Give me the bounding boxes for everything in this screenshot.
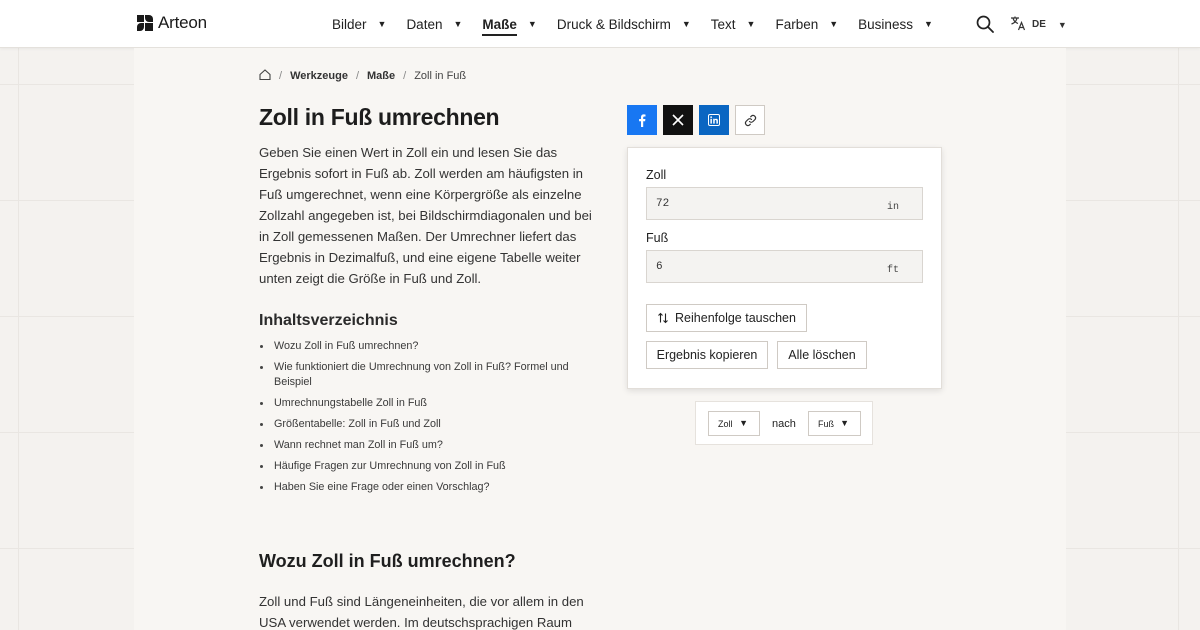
- translate-icon: [1010, 15, 1026, 34]
- logo[interactable]: Arteon: [137, 13, 207, 33]
- chevron-down-icon: ▼: [527, 19, 537, 29]
- nav-item-masse[interactable]: Maße ▼: [482, 0, 537, 48]
- nav-label: Business: [858, 16, 913, 32]
- share-buttons: [627, 105, 765, 135]
- intro-text: Geben Sie einen Wert in Zoll ein und les…: [259, 145, 592, 286]
- breadcrumb-separator: /: [279, 70, 283, 82]
- facebook-share-button[interactable]: [627, 105, 657, 135]
- linkedin-icon: [708, 114, 720, 126]
- nav-label: Daten: [406, 16, 443, 32]
- copy-result-button[interactable]: Ergebnis kopieren: [646, 341, 768, 369]
- nav-item-farben[interactable]: Farben ▼: [775, 0, 838, 48]
- copy-result-label: Ergebnis kopieren: [656, 348, 758, 362]
- nav-label: Bilder: [332, 16, 367, 32]
- breadcrumb-separator: /: [355, 70, 359, 82]
- content-panel: / Werkzeuge / Maße / Zoll in Fuß Zoll in…: [134, 48, 1066, 630]
- linkedin-share-button[interactable]: [699, 105, 729, 135]
- x-share-button[interactable]: [663, 105, 693, 135]
- unit-connector: nach: [772, 418, 796, 430]
- inches-input[interactable]: [647, 188, 877, 219]
- breadcrumb-werkzeuge[interactable]: Werkzeuge: [290, 70, 348, 82]
- toc-item[interactable]: Wann rechnet man Zoll in Fuß um?: [259, 438, 579, 453]
- nav-item-text[interactable]: Text ▼: [711, 0, 756, 48]
- copy-link-button[interactable]: [735, 105, 765, 135]
- to-field-label: Fuß: [646, 231, 669, 245]
- nav-label: Text: [710, 16, 736, 32]
- nav-item-business[interactable]: Business ▼: [858, 0, 933, 48]
- nav-label: Druck & Bildschirm: [556, 16, 671, 32]
- swap-order-button[interactable]: Reihenfolge tauschen: [646, 304, 807, 332]
- section-text: Zoll und Fuß sind Längeneinheiten, die v…: [259, 594, 584, 630]
- top-navigation-bar: Arteon Bilder ▼ Daten ▼ Maße ▼ Druck & B…: [0, 0, 1200, 48]
- to-field: ft: [646, 250, 923, 283]
- breadcrumb-separator: /: [403, 70, 407, 82]
- nav-item-bilder[interactable]: Bilder ▼: [332, 0, 386, 48]
- feet-input[interactable]: [647, 251, 877, 282]
- from-field-label: Zoll: [646, 168, 667, 182]
- breadcrumb: / Werkzeuge / Maße / Zoll in Fuß: [259, 69, 466, 83]
- logo-text: Arteon: [158, 13, 207, 32]
- chevron-down-icon: ▼: [739, 418, 748, 428]
- toc-item[interactable]: Umrechnungstabelle Zoll in Fuß: [259, 396, 579, 411]
- search-icon[interactable]: [976, 15, 994, 33]
- nav-item-druck-bildschirm[interactable]: Druck & Bildschirm ▼: [557, 0, 691, 48]
- page-title: Zoll in Fuß umrechnen: [259, 104, 500, 130]
- language-code: DE: [1032, 19, 1046, 30]
- toc-item[interactable]: Wie funktioniert die Umrechnung von Zoll…: [259, 360, 579, 390]
- toc-item[interactable]: Größentabelle: Zoll in Fuß und Zoll: [259, 417, 579, 432]
- breadcrumb-current: Zoll in Fuß: [414, 70, 467, 82]
- chevron-down-icon: ▼: [923, 19, 933, 29]
- nav-label: Farben: [775, 16, 819, 32]
- from-unit-value: Zoll: [718, 418, 733, 429]
- table-of-contents: Wozu Zoll in Fuß umrechnen? Wie funktion…: [259, 339, 579, 501]
- swap-icon: [658, 312, 668, 324]
- section-title: Wozu Zoll in Fuß umrechnen?: [259, 551, 516, 571]
- chevron-down-icon: ▼: [1057, 19, 1067, 30]
- breadcrumb-masse[interactable]: Maße: [367, 70, 395, 82]
- to-unit-select[interactable]: Fuß ▼: [808, 411, 861, 436]
- x-icon: [672, 114, 684, 126]
- converter-card: Zoll in Fuß ft Reihenfolge tauschen Erge…: [627, 147, 942, 389]
- chevron-down-icon: ▼: [453, 19, 463, 29]
- link-icon: [744, 114, 756, 126]
- unit-selector: Zoll ▼ nach Fuß ▼: [695, 401, 873, 445]
- chevron-down-icon: ▼: [829, 19, 839, 29]
- logo-mark-icon: [137, 15, 153, 31]
- chevron-down-icon: ▼: [746, 19, 756, 29]
- clear-all-label: Alle löschen: [788, 348, 856, 362]
- from-field: in: [646, 187, 923, 220]
- swap-order-label: Reihenfolge tauschen: [675, 311, 796, 325]
- chevron-down-icon: ▼: [377, 19, 387, 29]
- feet-unit: ft: [886, 265, 899, 276]
- nav-label: Maße: [482, 17, 517, 36]
- language-switcher[interactable]: DE ▼: [1010, 15, 1067, 34]
- toc-item[interactable]: Wozu Zoll in Fuß umrechnen?: [259, 339, 579, 354]
- chevron-down-icon: ▼: [840, 418, 849, 428]
- chevron-down-icon: ▼: [681, 19, 691, 29]
- toc-item[interactable]: Häufige Fragen zur Umrechnung von Zoll i…: [259, 459, 579, 474]
- main-nav: Bilder ▼ Daten ▼ Maße ▼ Druck & Bildschi…: [332, 0, 953, 48]
- from-unit-select[interactable]: Zoll ▼: [708, 411, 760, 436]
- home-icon[interactable]: [259, 69, 271, 83]
- facebook-icon: [639, 113, 646, 127]
- toc-item[interactable]: Haben Sie eine Frage oder einen Vorschla…: [259, 480, 579, 495]
- clear-all-button[interactable]: Alle löschen: [777, 341, 867, 369]
- nav-item-daten[interactable]: Daten ▼: [406, 0, 462, 48]
- toc-title: Inhaltsverzeichnis: [259, 312, 398, 329]
- to-unit-value: Fuß: [818, 418, 835, 429]
- inches-unit: in: [886, 202, 899, 213]
